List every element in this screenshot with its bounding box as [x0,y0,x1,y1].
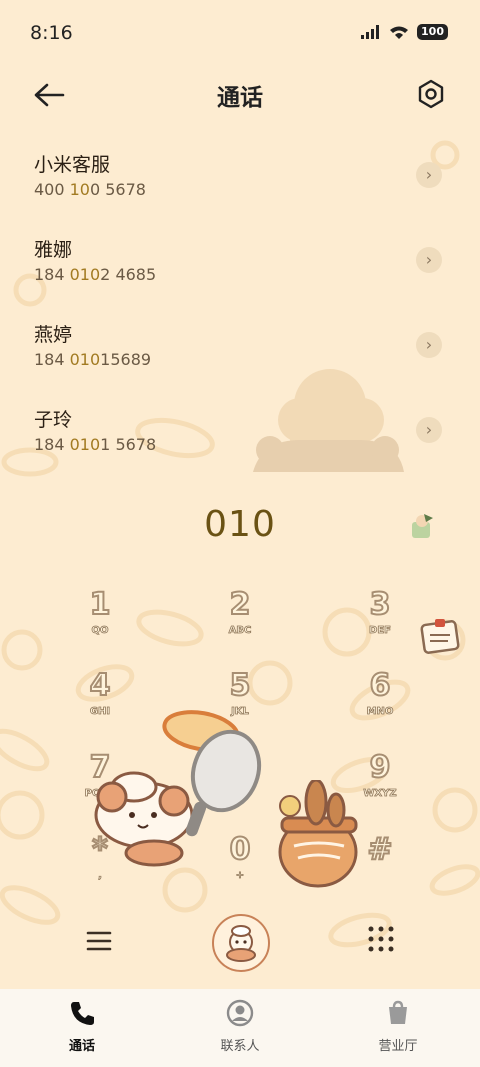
key-9[interactable]: 9 WXYZ [320,748,440,818]
phone-icon [71,1002,94,1025]
wifi-icon [390,26,409,39]
nav-label: 通话 [68,1039,95,1054]
battery-indicator: 100 [417,24,448,40]
key-2[interactable]: 2 ABC [180,585,300,655]
key-0[interactable]: 0 + [180,830,300,900]
key-6[interactable]: 6 MNO [320,666,440,736]
status-icons: 100 [361,24,448,40]
hamster-call-icon [226,925,256,962]
contact-row[interactable]: 雅娜 184 0102 4685 › [0,225,480,310]
bottom-navigation: 通话 联系人 营业厅 [0,989,480,1067]
contact-number: 184 0101 5678 [34,435,157,454]
contact-row[interactable]: 燕婷 184 01015689 › [0,310,480,395]
chevron-right-icon[interactable]: › [416,162,442,188]
nav-tab-calls[interactable]: 通话 [22,999,142,1054]
dialer-controls [0,910,480,974]
contact-name: 雅娜 [34,239,73,261]
key-hash[interactable]: # [320,830,440,900]
key-star[interactable]: *, [40,830,160,900]
contact-number: 184 01015689 [34,350,152,369]
person-icon [226,999,254,1027]
contact-row[interactable]: 小米客服 400 100 5678 › [0,140,480,225]
chevron-right-icon[interactable]: › [416,417,442,443]
nav-label: 营业厅 [378,1039,418,1054]
key-4[interactable]: 4 GHI [40,666,160,736]
menu-icon[interactable] [84,926,114,956]
contact-name: 燕婷 [34,324,73,346]
keypad-grid-icon[interactable] [366,924,396,954]
nav-tab-contacts[interactable]: 联系人 [180,999,300,1054]
key-1[interactable]: 1 QO [40,585,160,655]
header: 通话 [0,70,480,120]
status-bar: 8:16 100 [0,0,480,64]
add-contact-icon[interactable] [408,512,436,540]
chevron-right-icon[interactable]: › [416,247,442,273]
settings-icon[interactable] [416,78,446,110]
contact-name: 小米客服 [34,154,111,176]
page-title: 通话 [217,85,263,111]
contact-number: 184 0102 4685 [34,265,157,284]
nav-tab-service-hall[interactable]: 营业厅 [338,999,458,1054]
bag-icon [389,1000,407,1024]
chevron-right-icon[interactable]: › [416,332,442,358]
signal-icon [361,25,380,39]
key-8[interactable]: 8 TUV [180,748,300,818]
key-5[interactable]: 5 JKL [180,666,300,736]
key-3[interactable]: 3 DEF [320,585,440,655]
contact-number: 400 100 5678 [34,180,146,199]
call-button[interactable] [212,914,270,972]
contact-row[interactable]: 子玲 184 0101 5678 › [0,395,480,480]
status-time: 8:16 [30,22,73,44]
contact-name: 子玲 [34,409,73,431]
contact-suggestions: 小米客服 400 100 5678 › 雅娜 184 0102 4685 › 燕… [0,140,480,480]
key-7[interactable]: 7 PQRS [40,748,160,818]
nav-label: 联系人 [220,1039,260,1054]
